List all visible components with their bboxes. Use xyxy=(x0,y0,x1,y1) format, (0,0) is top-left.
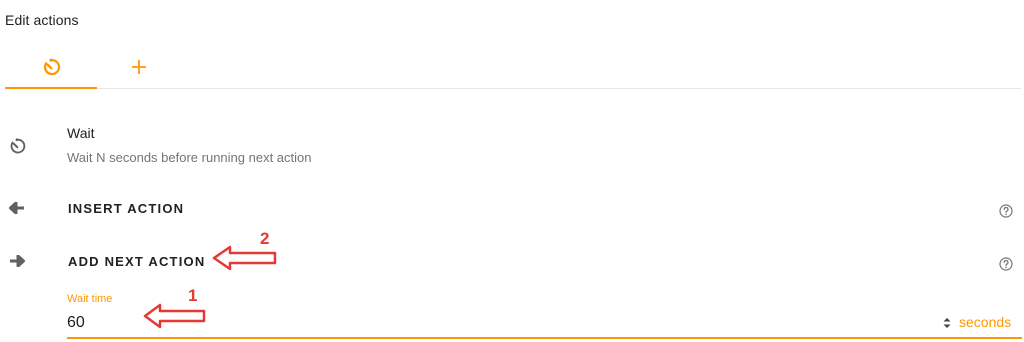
insert-action-button[interactable]: INSERT ACTION xyxy=(68,201,184,216)
page-title: Edit actions xyxy=(5,12,79,28)
arrow-left-icon xyxy=(9,202,24,214)
action-icon xyxy=(5,134,29,158)
wait-time-label: Wait time xyxy=(67,293,113,305)
annotation-arrow-icon xyxy=(212,245,277,271)
action-title: Wait xyxy=(67,125,95,141)
arrow-right-icon xyxy=(10,255,25,267)
add-next-action-button[interactable]: ADD NEXT ACTION xyxy=(68,254,205,269)
help-icon[interactable] xyxy=(998,256,1014,272)
add-next-action-icon-wrap xyxy=(5,249,29,273)
plus-icon xyxy=(132,60,146,74)
stepper-icon[interactable] xyxy=(941,316,953,330)
wait-time-suffix: seconds xyxy=(959,314,1012,330)
action-description: Wait N seconds before running next actio… xyxy=(67,150,312,165)
timer-icon xyxy=(10,138,26,154)
timer-icon xyxy=(43,58,61,76)
annotation-arrow-icon xyxy=(143,303,206,329)
wait-time-underline xyxy=(67,337,1022,339)
insert-action-icon-wrap xyxy=(5,196,29,220)
tab-wait[interactable] xyxy=(5,46,97,89)
tab-bar xyxy=(5,46,1021,89)
tab-add-action[interactable] xyxy=(97,46,181,88)
help-icon[interactable] xyxy=(998,203,1014,219)
